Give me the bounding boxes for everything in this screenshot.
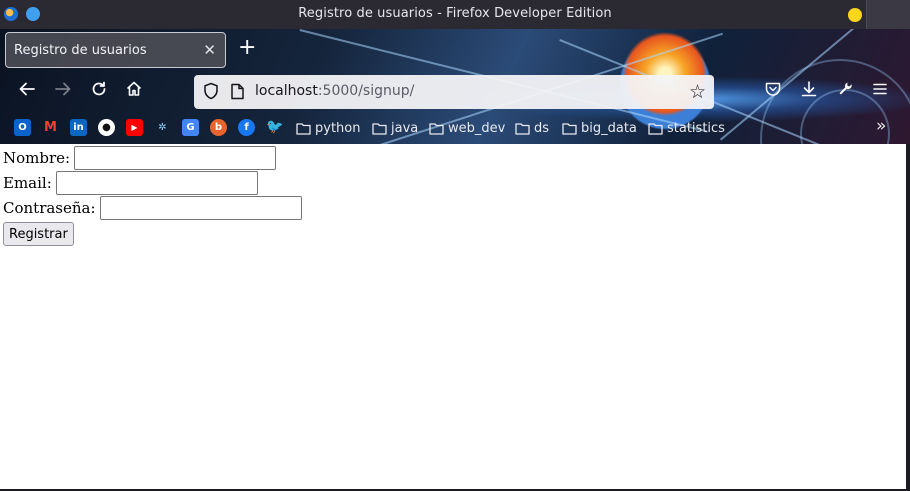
facebook-icon[interactable]: f — [238, 119, 255, 136]
arrow-right-icon — [55, 82, 71, 96]
linkedin-icon[interactable]: in — [70, 119, 87, 136]
window-corner-panel — [866, 0, 910, 29]
bookmark-folder-web-dev[interactable]: web_dev — [429, 118, 505, 138]
bookmark-folder-label: web_dev — [448, 120, 506, 136]
folder-icon — [515, 122, 530, 135]
bookmark-folder-label: python — [315, 120, 361, 136]
twitter-icon[interactable]: 🐦 — [266, 119, 283, 136]
tab-title: Registro de usuarios — [14, 43, 147, 58]
password-input[interactable] — [99, 195, 302, 220]
url-bar[interactable]: localhost:5000/signup/ ☆ — [194, 75, 714, 109]
reload-icon — [92, 81, 106, 96]
bookmark-folder-statistics[interactable]: statistics — [648, 118, 725, 138]
youtube-icon[interactable]: ▶ — [126, 119, 143, 136]
bookmark-folder-java[interactable]: java — [372, 118, 418, 138]
bookmark-folder-label: java — [391, 120, 419, 136]
pocket-button[interactable] — [759, 79, 787, 107]
bookmark-folder-label: big_data — [581, 120, 637, 136]
bookmarks-toolbar: O M in ● ▶ ✲ G b f 🐦 python java web_dev… — [0, 116, 910, 140]
bookmark-folder-python[interactable]: python — [296, 118, 360, 138]
url-host: localhost — [255, 83, 318, 99]
window-minimize-button[interactable] — [848, 8, 862, 22]
home-button[interactable] — [120, 79, 148, 107]
google-translate-icon[interactable]: G — [182, 119, 199, 136]
downloads-button[interactable] — [795, 79, 823, 107]
folder-icon — [429, 122, 444, 135]
folder-icon — [296, 122, 311, 135]
forward-button[interactable] — [49, 79, 77, 107]
nombre-label: Nombre: — [3, 148, 71, 167]
app-menu-button[interactable] — [866, 79, 894, 107]
bookmark-folder-ds[interactable]: ds — [515, 118, 549, 138]
download-icon — [801, 81, 817, 97]
developer-tools-button[interactable] — [831, 79, 859, 107]
new-tab-button[interactable]: + — [238, 37, 256, 59]
navigation-toolbar: localhost:5000/signup/ ☆ — [0, 73, 910, 113]
back-button[interactable] — [13, 79, 41, 107]
email-input[interactable] — [55, 170, 258, 195]
arrow-left-icon — [19, 82, 35, 96]
page-content: Nombre: Email: Contraseña: Registrar — [0, 144, 906, 489]
bookmark-folder-big-data[interactable]: big_data — [562, 118, 637, 138]
gmail-icon[interactable]: M — [42, 119, 59, 136]
window-titlebar: Registro de usuarios - Firefox Developer… — [0, 0, 910, 29]
folder-icon — [372, 122, 387, 135]
nombre-row: Nombre: — [3, 145, 277, 170]
folder-icon — [648, 122, 663, 135]
url-text[interactable]: localhost:5000/signup/ — [255, 83, 414, 99]
bitbucket-icon[interactable]: b — [210, 119, 227, 136]
bookmark-folder-label: ds — [534, 120, 550, 136]
home-icon — [126, 81, 142, 96]
password-row: Contraseña: — [3, 195, 302, 220]
registrar-button[interactable]: Registrar — [3, 222, 74, 246]
browser-toolbar-area: Registro de usuarios ✕ + localhost:5000/… — [0, 29, 910, 144]
outlook-icon[interactable]: O — [14, 119, 31, 136]
tracking-protection-shield-icon[interactable] — [202, 82, 220, 104]
tab-registro-de-usuarios[interactable]: Registro de usuarios ✕ — [5, 32, 226, 68]
folder-icon — [562, 122, 577, 135]
url-path: :5000/signup/ — [317, 83, 415, 99]
bookmark-star-icon[interactable]: ☆ — [689, 81, 706, 103]
reload-button[interactable] — [85, 79, 113, 107]
nombre-input[interactable] — [74, 145, 277, 170]
kaggle-icon[interactable]: ✲ — [154, 119, 171, 136]
pocket-icon — [765, 82, 781, 96]
password-label: Contraseña: — [3, 198, 96, 217]
window-title: Registro de usuarios - Firefox Developer… — [298, 6, 612, 21]
page-info-icon[interactable] — [230, 83, 245, 104]
bookmarks-overflow-chevron-icon[interactable]: » — [876, 116, 886, 136]
wrench-icon — [839, 82, 852, 95]
hamburger-menu-icon — [873, 83, 887, 95]
window-right-border — [906, 144, 910, 491]
email-row: Email: — [3, 170, 258, 195]
email-label: Email: — [3, 173, 52, 192]
tab-close-icon[interactable]: ✕ — [203, 41, 216, 59]
bookmark-folder-label: statistics — [667, 120, 725, 136]
github-icon[interactable]: ● — [98, 119, 115, 136]
